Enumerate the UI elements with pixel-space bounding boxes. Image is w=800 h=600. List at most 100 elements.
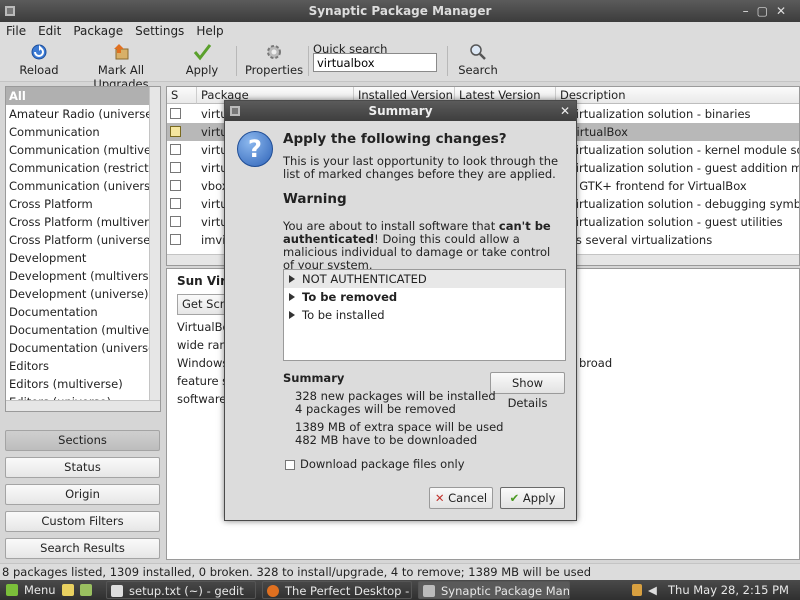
gedit-launcher-icon[interactable] [62, 584, 74, 596]
section-item[interactable]: Documentation (universe) [6, 339, 160, 357]
quick-search-input[interactable] [313, 53, 437, 72]
maximize-icon[interactable]: ▢ [757, 4, 776, 18]
terminal-launcher-icon[interactable] [80, 584, 92, 596]
row-checkbox[interactable] [170, 216, 181, 227]
menu-file[interactable]: File [0, 22, 32, 40]
check-icon [193, 44, 212, 61]
clock[interactable]: Thu May 28, 2:15 PM [668, 580, 789, 600]
taskbar-item-firefox[interactable]: The Perfect Desktop - ... [262, 581, 412, 599]
synaptic-app-icon [5, 6, 15, 16]
row-checkbox[interactable] [170, 162, 181, 173]
download-only-checkbox[interactable] [285, 460, 295, 470]
section-item[interactable]: Editors (multiverse) [6, 375, 160, 393]
column-header-status[interactable]: S [167, 87, 197, 104]
dialog-heading: Apply the following changes? [283, 131, 507, 147]
search-label: Search [458, 63, 498, 77]
warning-heading: Warning [283, 191, 347, 207]
details-line: software [177, 392, 227, 406]
section-item[interactable]: Communication (multiverse) [6, 141, 160, 159]
tree-item-to-be-installed[interactable]: To be installed [284, 306, 565, 324]
search-results-button[interactable]: Search Results [5, 538, 160, 559]
summary-line: 482 MB have to be downloaded [295, 433, 478, 447]
document-icon [111, 585, 123, 597]
firefox-icon [267, 585, 279, 597]
section-item[interactable]: Development (multiverse) [6, 267, 160, 285]
window-titlebar: Synaptic Package Manager –▢✕ [0, 0, 800, 22]
menu-button[interactable]: Menu [2, 581, 56, 599]
package-description: 5 virtualization solution - debugging sy… [558, 197, 800, 211]
desktop-panel: Menu setup.txt (~) - gedit The Perfect D… [0, 580, 800, 600]
close-icon[interactable]: ✕ [776, 4, 794, 18]
section-item[interactable]: Documentation (multiverse) [6, 321, 160, 339]
section-item[interactable]: Documentation [6, 303, 160, 321]
column-header-description[interactable]: Description [556, 87, 799, 104]
sections-horizontal-scrollbar[interactable] [6, 400, 160, 411]
dialog-apply-label: Apply [522, 491, 556, 505]
dialog-titlebar: Summary ✕ [225, 101, 576, 121]
row-checkbox[interactable] [170, 198, 181, 209]
row-checkbox[interactable] [170, 126, 181, 137]
window-title: Synaptic Package Manager [308, 4, 492, 18]
cancel-label: Cancel [448, 491, 488, 505]
section-item[interactable]: Communication (universe) [6, 177, 160, 195]
properties-button[interactable]: Properties [244, 40, 304, 82]
warning-text: You are about to install software that c… [283, 220, 563, 272]
update-manager-icon[interactable] [632, 584, 642, 596]
tree-item-to-be-removed[interactable]: To be removed [284, 288, 565, 306]
details-line: broad [579, 356, 613, 370]
tree-item-not-authenticated[interactable]: NOT AUTHENTICATED [284, 270, 565, 288]
origin-filter-button[interactable]: Origin [5, 484, 160, 505]
mark-upgrades-icon [114, 44, 129, 60]
dialog-intro: This is your last opportunity to look th… [283, 154, 559, 181]
toolbar-separator [447, 46, 448, 76]
cancel-button[interactable]: ✕ Cancel [429, 487, 493, 509]
status-bar: 8 packages listed, 1309 installed, 0 bro… [0, 563, 800, 580]
row-checkbox[interactable] [170, 180, 181, 191]
row-checkbox[interactable] [170, 234, 181, 245]
package-name: imvi [201, 233, 226, 247]
section-item[interactable]: Amateur Radio (universe) [6, 105, 160, 123]
menu-help[interactable]: Help [190, 22, 229, 40]
toolbar-separator [308, 46, 309, 76]
changes-tree[interactable]: NOT AUTHENTICATED To be removed To be in… [283, 269, 566, 361]
search-button[interactable]: Search [457, 40, 499, 82]
package-description: 5 virtualization solution - guest additi… [558, 161, 800, 175]
menubar: File Edit Package Settings Help [0, 22, 800, 40]
menu-settings[interactable]: Settings [129, 22, 190, 40]
close-icon[interactable]: ✕ [560, 101, 570, 121]
sections-list[interactable]: All Amateur Radio (universe) Communicati… [5, 86, 161, 412]
volume-icon[interactable]: ◀ [648, 584, 657, 596]
section-item[interactable]: Communication [6, 123, 160, 141]
row-checkbox[interactable] [170, 144, 181, 155]
section-item[interactable]: Communication (restricted) [6, 159, 160, 177]
custom-filters-button[interactable]: Custom Filters [5, 511, 160, 532]
section-item[interactable]: Development [6, 249, 160, 267]
mint-menu-icon [6, 584, 18, 596]
package-description: ple GTK+ frontend for VirtualBox [558, 179, 747, 193]
window-controls[interactable]: –▢✕ [743, 0, 794, 22]
taskbar-item-synaptic[interactable]: Synaptic Package Man... [418, 581, 570, 599]
section-item[interactable]: Cross Platform (multiverse) [6, 213, 160, 231]
row-checkbox[interactable] [170, 108, 181, 119]
status-filter-button[interactable]: Status [5, 457, 160, 478]
mark-all-upgrades-button[interactable]: Mark All Upgrades [70, 40, 172, 91]
section-item[interactable]: Cross Platform (universe) [6, 231, 160, 249]
menu-edit[interactable]: Edit [32, 22, 67, 40]
menu-package[interactable]: Package [67, 22, 129, 40]
sections-filter-button[interactable]: Sections [5, 430, 160, 451]
apply-button[interactable]: Apply [182, 40, 222, 82]
sections-vertical-scrollbar[interactable] [149, 87, 160, 411]
section-item[interactable]: Cross Platform [6, 195, 160, 213]
taskbar-item-gedit[interactable]: setup.txt (~) - gedit [106, 581, 256, 599]
section-item[interactable]: Development (universe) [6, 285, 160, 303]
dialog-apply-button[interactable]: ✔ Apply [500, 487, 565, 509]
download-only-label[interactable]: Download package files only [300, 458, 580, 471]
reload-button[interactable]: Reload [14, 40, 64, 82]
properties-label: Properties [244, 63, 304, 77]
section-item[interactable]: Editors [6, 357, 160, 375]
package-description: 5 virtualization solution - kernel modul… [558, 143, 800, 157]
minimize-icon[interactable]: – [743, 4, 757, 18]
dialog-title: Summary [368, 104, 433, 118]
section-item[interactable]: All [6, 87, 160, 105]
summary-dialog: Summary ✕ ? Apply the following changes?… [224, 100, 577, 521]
